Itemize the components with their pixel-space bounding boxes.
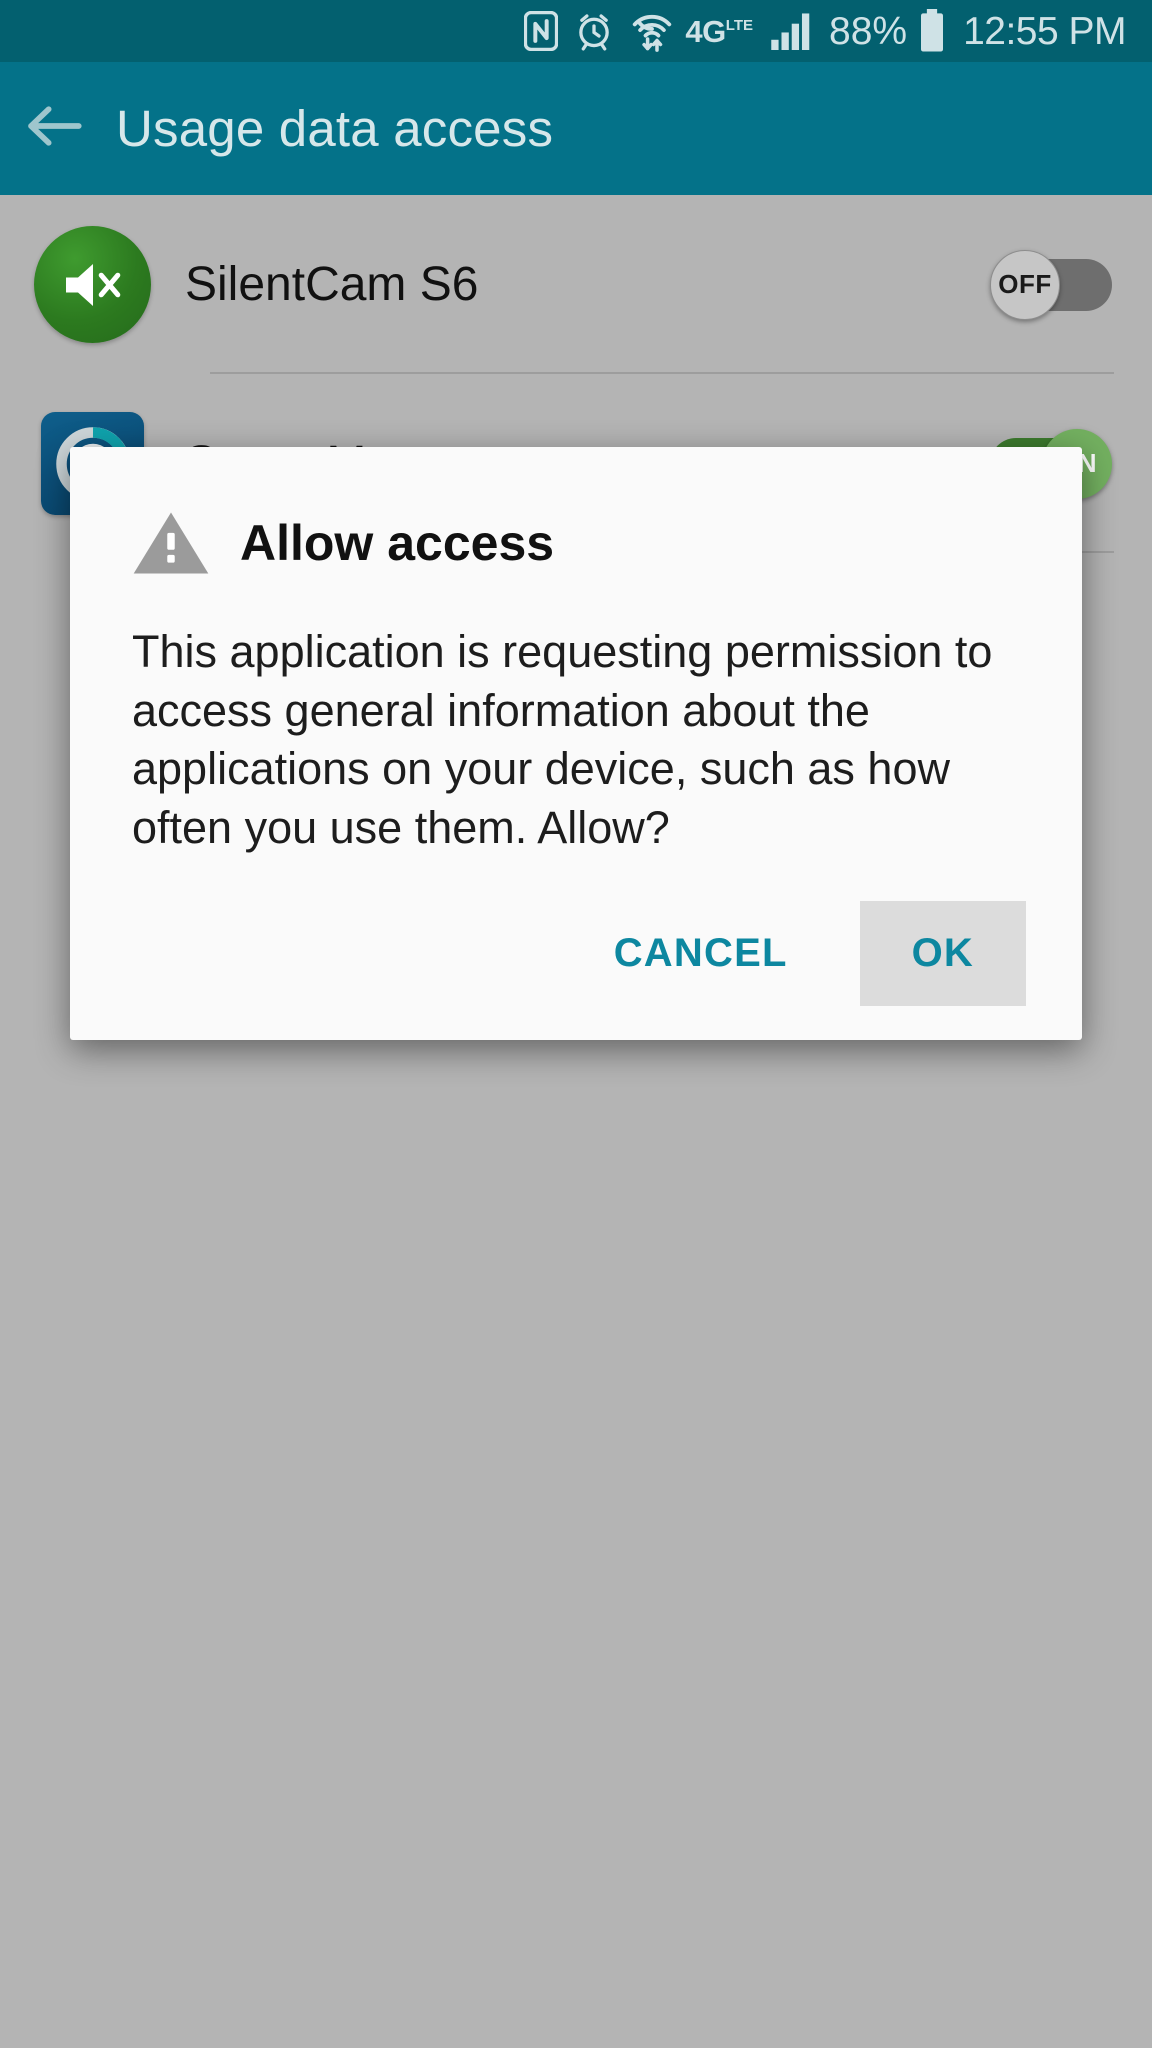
- warning-triangle-icon: [132, 509, 210, 577]
- ok-button[interactable]: OK: [859, 901, 1026, 1006]
- allow-access-dialog: Allow access This application is request…: [70, 447, 1082, 1040]
- dialog-message: This application is requesting permissio…: [132, 626, 993, 853]
- android-screen: 4G LTE 88% 12:55 PM Usage data access Si…: [0, 0, 1152, 2048]
- cancel-button[interactable]: CANCEL: [580, 901, 822, 1006]
- dialog-actions: CANCEL OK: [70, 857, 1082, 1040]
- dialog-header: Allow access: [70, 447, 1082, 577]
- dialog-title: Allow access: [240, 515, 555, 571]
